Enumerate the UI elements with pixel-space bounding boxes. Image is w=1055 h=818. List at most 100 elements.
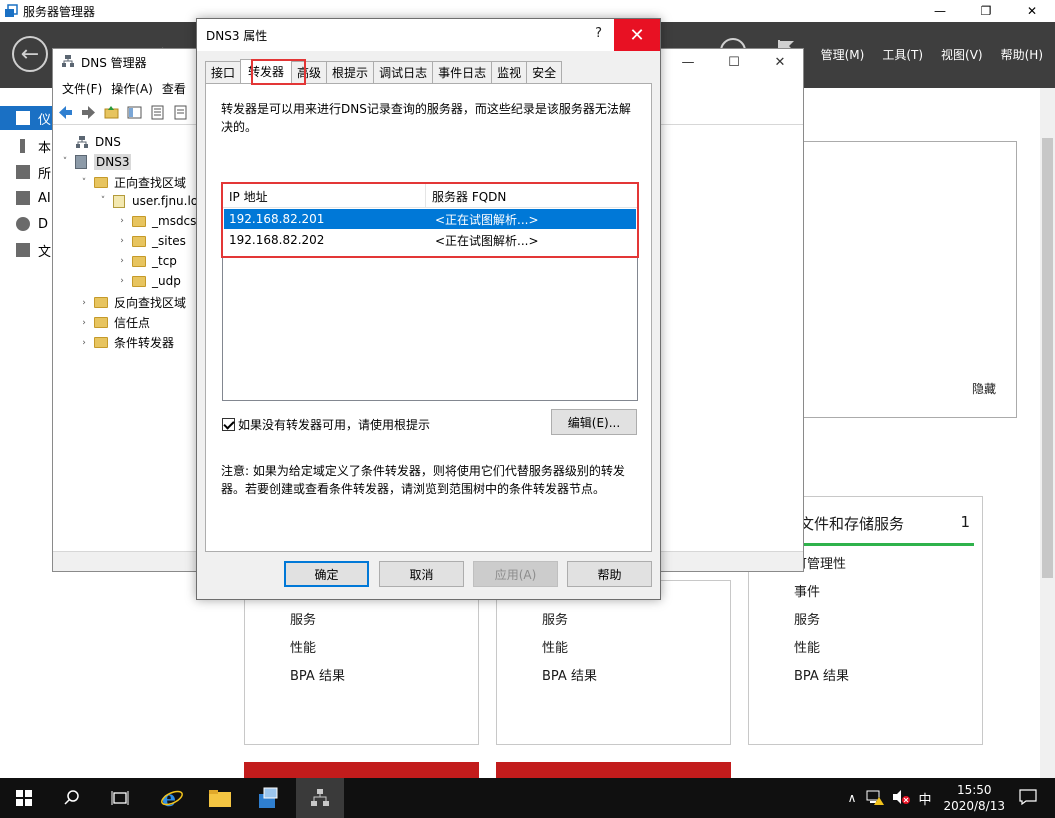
menu-action[interactable]: 操作(A) — [111, 80, 153, 97]
menu-file[interactable]: 文件(F) — [62, 80, 102, 97]
up-folder-icon[interactable] — [103, 104, 120, 121]
tile-title: 文件和存储服务 — [799, 515, 905, 533]
tree-node-udp[interactable]: › _udp — [116, 274, 181, 288]
forwarder-row[interactable]: 192.168.82.202 <正在试图解析...> — [224, 230, 636, 250]
notifications-icon[interactable] — [1019, 788, 1037, 808]
tab-advanced[interactable]: 高级 — [291, 61, 328, 83]
tab-security[interactable]: 安全 — [526, 61, 563, 83]
minimize-button[interactable]: — — [917, 0, 963, 22]
tree-node-conditional-forwarders[interactable]: › 条件转发器 — [78, 334, 174, 351]
file-explorer-icon[interactable] — [196, 778, 244, 818]
search-icon[interactable] — [48, 778, 96, 818]
task-view-icon[interactable] — [96, 778, 144, 818]
chevron-right-icon[interactable]: › — [116, 256, 128, 266]
tile-line[interactable]: BPA 结果 — [290, 665, 345, 684]
ok-button[interactable]: 确定 — [284, 561, 369, 587]
nav-item-dns[interactable]: D — [0, 212, 52, 236]
ime-indicator[interactable]: 中 — [918, 789, 931, 808]
tree-node-msdcs[interactable]: › _msdcs — [116, 214, 196, 228]
forwarder-row[interactable]: 192.168.82.201 <正在试图解析...> — [224, 209, 636, 229]
role-tile-1[interactable]: 服务 性能 BPA 结果 — [244, 580, 479, 745]
column-header-ip[interactable]: IP 地址 — [223, 184, 426, 208]
back-arrow-icon[interactable]: ← — [12, 36, 48, 72]
tree-node-dns3[interactable]: ˅ DNS3 — [59, 154, 132, 170]
chevron-right-icon[interactable]: › — [116, 216, 128, 226]
tile-line[interactable]: 服务 — [794, 609, 820, 628]
role-tile-2[interactable]: 服务 性能 BPA 结果 — [496, 580, 731, 745]
tree-node-tcp[interactable]: › _tcp — [116, 254, 177, 268]
tree-node-trust-points[interactable]: › 信任点 — [78, 314, 150, 331]
tile-line[interactable]: 性能 — [542, 637, 568, 656]
system-tray: ∧ 中 15:50 2020/8/13 — [848, 778, 1055, 818]
nav-item-dashboard[interactable]: 仪 — [0, 106, 52, 130]
chevron-down-icon[interactable]: ˅ — [78, 178, 90, 188]
nav-item-file-services[interactable]: 文 — [0, 238, 52, 262]
chevron-right-icon[interactable]: › — [116, 236, 128, 246]
dns-minimize-button[interactable]: — — [665, 49, 711, 75]
tile-line[interactable]: BPA 结果 — [542, 665, 597, 684]
speaker-muted-icon[interactable] — [892, 789, 911, 808]
checkbox-checked-icon[interactable] — [222, 418, 235, 431]
forward-icon[interactable] — [80, 104, 97, 121]
server-manager-scrollbar[interactable] — [1040, 88, 1055, 778]
forwarders-list[interactable]: IP 地址 服务器 FQDN 192.168.82.201 <正在试图解析...… — [222, 183, 638, 401]
tab-event-logging[interactable]: 事件日志 — [432, 61, 493, 83]
tree-node-forward-zones[interactable]: ˅ 正向查找区域 — [78, 174, 186, 191]
scrollbar-thumb[interactable] — [1042, 138, 1053, 578]
tile-status-bar — [799, 543, 974, 546]
nav-item-ad[interactable]: AI — [0, 186, 52, 210]
menu-manage[interactable]: 管理(M) — [821, 46, 865, 63]
menu-view[interactable]: 视图(V) — [941, 46, 983, 63]
dns-close-button[interactable]: ✕ — [757, 49, 803, 75]
cancel-button[interactable]: 取消 — [379, 561, 464, 587]
tab-forwarders[interactable]: 转发器 — [240, 59, 293, 83]
help-icon[interactable]: ? — [595, 26, 602, 41]
tile-line[interactable]: BPA 结果 — [794, 665, 849, 684]
dialog-close-button[interactable]: ✕ — [614, 19, 660, 51]
hide-link[interactable]: 隐藏 — [972, 380, 996, 397]
help-button[interactable]: 帮助 — [567, 561, 652, 587]
tree-node-zone-user[interactable]: ˅ user.fjnu.lo — [97, 194, 198, 208]
list-icon[interactable] — [172, 104, 189, 121]
folder-icon — [94, 297, 108, 308]
restore-button[interactable]: ❐ — [963, 0, 1009, 22]
use-root-hints-checkbox[interactable]: 如果没有转发器可用，请使用根提示 — [222, 416, 430, 433]
tab-interfaces[interactable]: 接口 — [205, 61, 242, 83]
tab-debug-logging[interactable]: 调试日志 — [373, 61, 434, 83]
back-icon[interactable] — [57, 104, 74, 121]
internet-explorer-icon[interactable]: e — [148, 778, 196, 818]
clock[interactable]: 15:50 2020/8/13 — [943, 782, 1005, 814]
server-manager-taskbar-icon[interactable] — [244, 778, 292, 818]
tab-monitoring[interactable]: 监视 — [491, 61, 528, 83]
properties-icon[interactable] — [149, 104, 166, 121]
chevron-down-icon[interactable]: ˅ — [59, 157, 71, 167]
column-header-fqdn[interactable]: 服务器 FQDN — [426, 184, 506, 208]
nav-item-all-servers[interactable]: 所 — [0, 160, 52, 184]
windows-start-icon[interactable] — [0, 778, 48, 818]
nav-item-local-server[interactable]: 本 — [0, 134, 52, 158]
menu-tools[interactable]: 工具(T) — [882, 46, 923, 63]
dns-manager-taskbar-icon[interactable] — [296, 778, 344, 818]
tile-line[interactable]: 服务 — [542, 609, 568, 628]
tab-root-hints[interactable]: 根提示 — [326, 61, 375, 83]
menu-help[interactable]: 帮助(H) — [1001, 46, 1043, 63]
chevron-up-icon[interactable]: ∧ — [848, 791, 857, 805]
chevron-right-icon[interactable]: › — [116, 276, 128, 286]
tree-node-sites[interactable]: › _sites — [116, 234, 186, 248]
dns-maximize-button[interactable]: ☐ — [711, 49, 757, 75]
network-warning-icon[interactable] — [866, 789, 885, 808]
show-hide-tree-icon[interactable] — [126, 104, 143, 121]
chevron-down-icon[interactable]: ˅ — [97, 196, 109, 206]
tile-line[interactable]: 性能 — [794, 637, 820, 656]
tile-line[interactable]: 服务 — [290, 609, 316, 628]
edit-button[interactable]: 编辑(E)... — [551, 409, 637, 435]
tree-node-dns[interactable]: DNS — [59, 135, 121, 149]
tile-line[interactable]: 性能 — [290, 637, 316, 656]
chevron-right-icon[interactable]: › — [78, 298, 90, 308]
chevron-right-icon[interactable]: › — [78, 318, 90, 328]
menu-view[interactable]: 查看 — [162, 80, 186, 97]
tile-line[interactable]: 事件 — [794, 581, 820, 600]
close-button[interactable]: ✕ — [1009, 0, 1055, 22]
tree-node-reverse-zones[interactable]: › 反向查找区域 — [78, 294, 186, 311]
chevron-right-icon[interactable]: › — [78, 338, 90, 348]
